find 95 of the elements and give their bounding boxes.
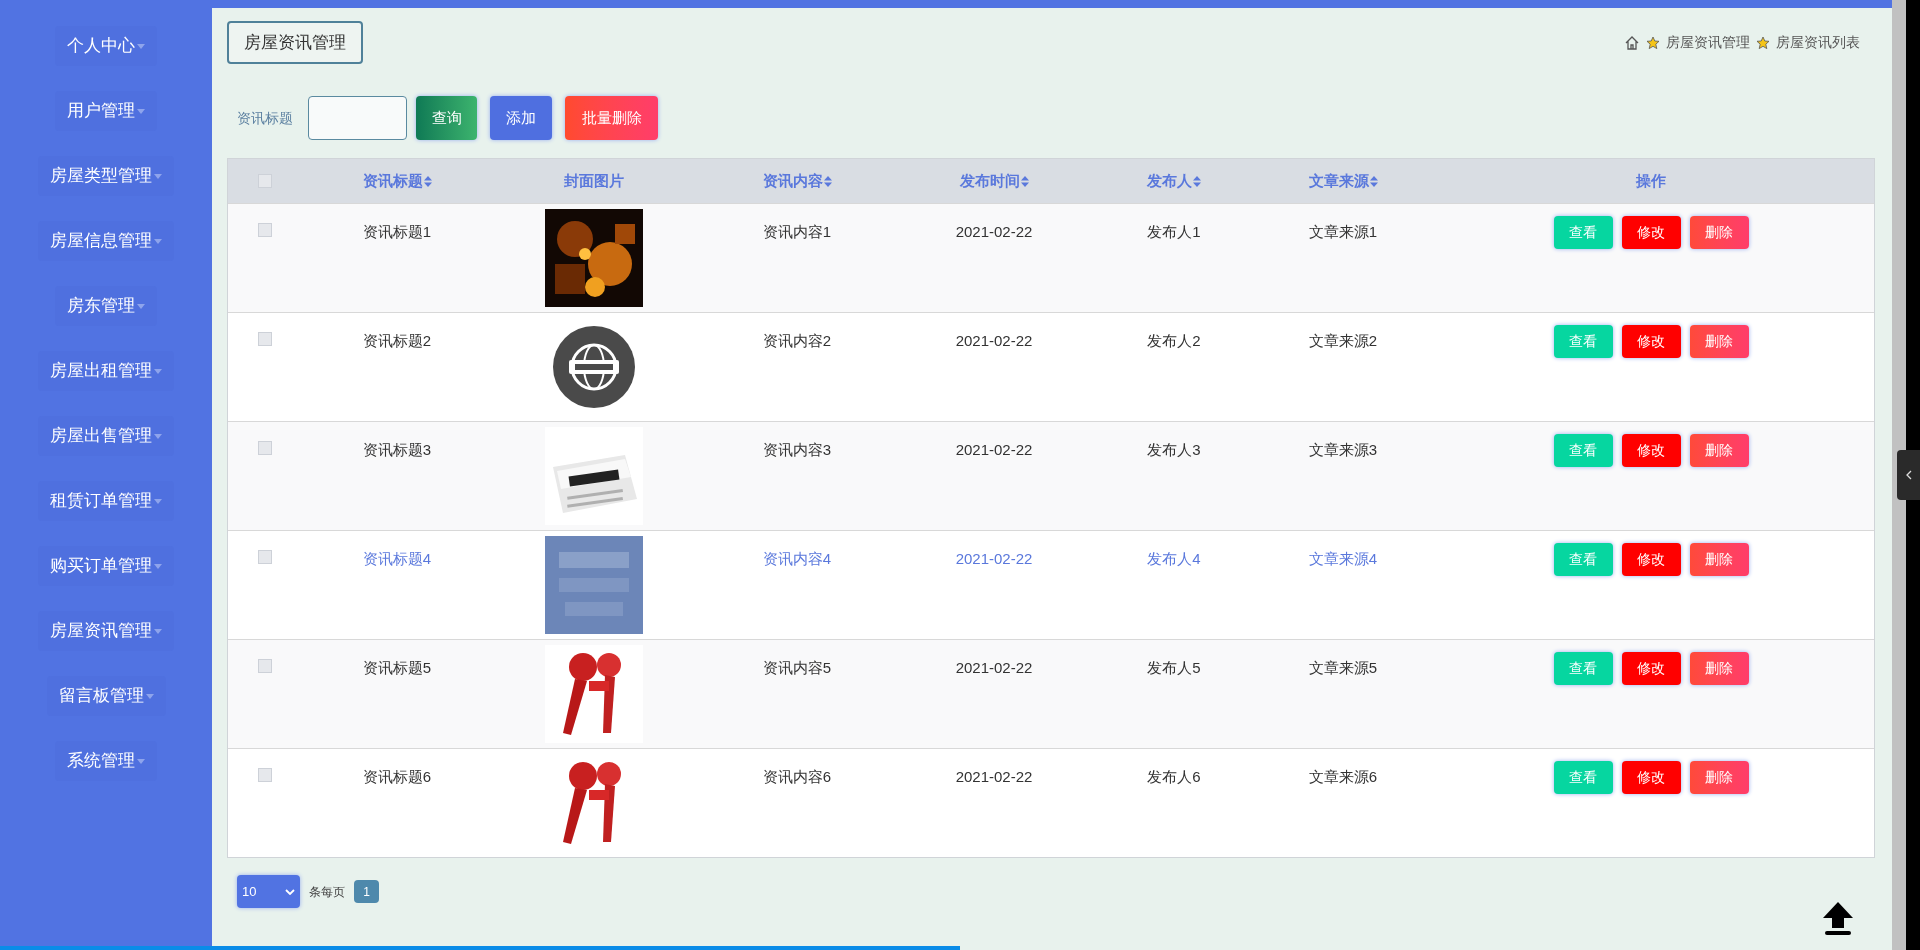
caret-icon xyxy=(154,238,162,244)
checkbox[interactable] xyxy=(258,223,272,237)
table-row[interactable]: 资讯标题3 资讯内容3 2021-02-22 发布人3 文章来源3 查看 修改 删除 xyxy=(228,421,1874,530)
table-cell: 文章来源1 xyxy=(1308,223,1378,240)
table-row[interactable]: 资讯标题5 资讯内容5 2021-02-22 发布人5 文章来源5 查看 修改 删除 xyxy=(228,639,1874,748)
checkbox[interactable] xyxy=(258,659,272,673)
table-cell: 资讯标题6 xyxy=(362,768,432,785)
chevron-left-icon xyxy=(1905,470,1912,480)
breadcrumb-item[interactable]: 房屋资讯列表 xyxy=(1776,32,1860,53)
collapse-tab[interactable] xyxy=(1897,450,1920,500)
row-action-button[interactable]: 删除 xyxy=(1689,325,1749,358)
table-cell: 发布人2 xyxy=(1147,332,1201,349)
table-row[interactable]: 资讯标题1 资讯内容1 2021-02-22 发布人1 文章来源1 查看 修改 删除 xyxy=(228,203,1874,312)
table-cell: 资讯内容3 xyxy=(762,441,832,458)
caret-icon xyxy=(154,173,162,179)
table-cell: 2021-02-22 xyxy=(955,441,1033,458)
toolbar-button[interactable]: 添加 xyxy=(490,96,552,140)
table-cell: 2021-02-22 xyxy=(955,659,1033,676)
search-label: 资讯标题 xyxy=(237,108,293,128)
column-header[interactable]: 资讯内容 xyxy=(762,169,832,193)
checkbox[interactable] xyxy=(258,550,272,564)
home-icon[interactable] xyxy=(1624,34,1640,51)
table-cell: 发布人5 xyxy=(1147,659,1201,676)
table-cell: 资讯标题2 xyxy=(362,332,432,349)
column-header[interactable]: 发布时间 xyxy=(959,169,1029,193)
chevron-down-icon xyxy=(285,888,295,895)
per-page-label: 条每页 xyxy=(309,883,345,901)
sort-icon xyxy=(1369,175,1378,187)
row-action-button[interactable]: 修改 xyxy=(1621,652,1681,685)
caret-icon xyxy=(154,498,162,504)
search-field[interactable] xyxy=(308,96,407,140)
table-cell: 资讯标题5 xyxy=(362,659,432,676)
sort-icon xyxy=(823,175,832,187)
table-cell: 资讯内容1 xyxy=(762,223,832,240)
toolbar-button[interactable]: 批量删除 xyxy=(565,96,658,140)
table-cell: 文章来源4 xyxy=(1308,550,1378,567)
table-cell: 2021-02-22 xyxy=(955,332,1033,349)
row-action-button[interactable]: 删除 xyxy=(1689,761,1749,794)
row-action-button[interactable]: 修改 xyxy=(1621,216,1681,249)
row-action-button[interactable]: 修改 xyxy=(1621,761,1681,794)
table-cell: 发布人1 xyxy=(1147,223,1201,240)
caret-icon xyxy=(154,368,162,374)
page-size-select[interactable]: 10 xyxy=(237,875,300,908)
row-action-button[interactable]: 删除 xyxy=(1689,652,1749,685)
checkbox[interactable] xyxy=(258,174,272,188)
star-icon xyxy=(1756,35,1770,50)
caret-icon xyxy=(137,108,145,114)
table-cell: 2021-02-22 xyxy=(955,550,1033,567)
page-title: 房屋资讯管理 xyxy=(227,21,363,64)
table-cell: 资讯内容5 xyxy=(762,659,832,676)
column-header: 封面图片 xyxy=(564,170,624,191)
column-header: 操作 xyxy=(1636,170,1666,191)
caret-icon xyxy=(137,303,145,309)
caret-icon xyxy=(137,43,145,49)
table-cell: 文章来源3 xyxy=(1308,441,1378,458)
table-cell: 文章来源5 xyxy=(1308,659,1378,676)
row-action-button[interactable]: 删除 xyxy=(1689,434,1749,467)
star-icon xyxy=(1646,35,1660,50)
table-cell: 发布人4 xyxy=(1147,550,1201,567)
table-cell: 资讯内容6 xyxy=(762,768,832,785)
row-action-button[interactable]: 修改 xyxy=(1621,434,1681,467)
page-button[interactable]: 1 xyxy=(354,880,379,903)
back-to-top-icon[interactable] xyxy=(1821,900,1855,936)
checkbox[interactable] xyxy=(258,768,272,782)
checkbox[interactable] xyxy=(258,441,272,455)
table-cell: 资讯标题4 xyxy=(362,550,432,567)
column-header[interactable]: 发布人 xyxy=(1147,169,1201,193)
sort-icon xyxy=(1020,175,1029,187)
table-cell: 文章来源6 xyxy=(1308,768,1378,785)
table-cell: 资讯内容4 xyxy=(762,550,832,567)
table-cell: 资讯标题1 xyxy=(362,223,432,240)
table-cell: 资讯标题3 xyxy=(362,441,432,458)
caret-icon xyxy=(154,433,162,439)
column-header[interactable]: 文章来源 xyxy=(1308,169,1378,193)
table-cell: 发布人3 xyxy=(1147,441,1201,458)
sort-icon xyxy=(1193,175,1201,187)
row-action-button[interactable]: 修改 xyxy=(1621,543,1681,576)
sort-icon xyxy=(423,175,432,187)
table-cell: 资讯内容2 xyxy=(762,332,832,349)
breadcrumb-item[interactable]: 房屋资讯管理 xyxy=(1666,32,1750,53)
row-action-button[interactable]: 修改 xyxy=(1621,325,1681,358)
table-cell: 2021-02-22 xyxy=(955,223,1033,240)
caret-icon xyxy=(154,628,162,634)
caret-icon xyxy=(145,693,154,699)
scrollbar[interactable] xyxy=(1892,0,1906,950)
caret-icon xyxy=(137,758,145,764)
row-action-button[interactable]: 删除 xyxy=(1689,216,1749,249)
caret-icon xyxy=(154,563,162,569)
table-cell: 发布人6 xyxy=(1147,768,1201,785)
row-action-button[interactable]: 删除 xyxy=(1689,543,1749,576)
column-header[interactable]: 资讯标题 xyxy=(362,169,432,193)
table-cell: 文章来源2 xyxy=(1308,332,1378,349)
checkbox[interactable] xyxy=(258,332,272,346)
toolbar-button[interactable]: 查询 xyxy=(416,96,477,140)
table-cell: 2021-02-22 xyxy=(955,768,1033,785)
